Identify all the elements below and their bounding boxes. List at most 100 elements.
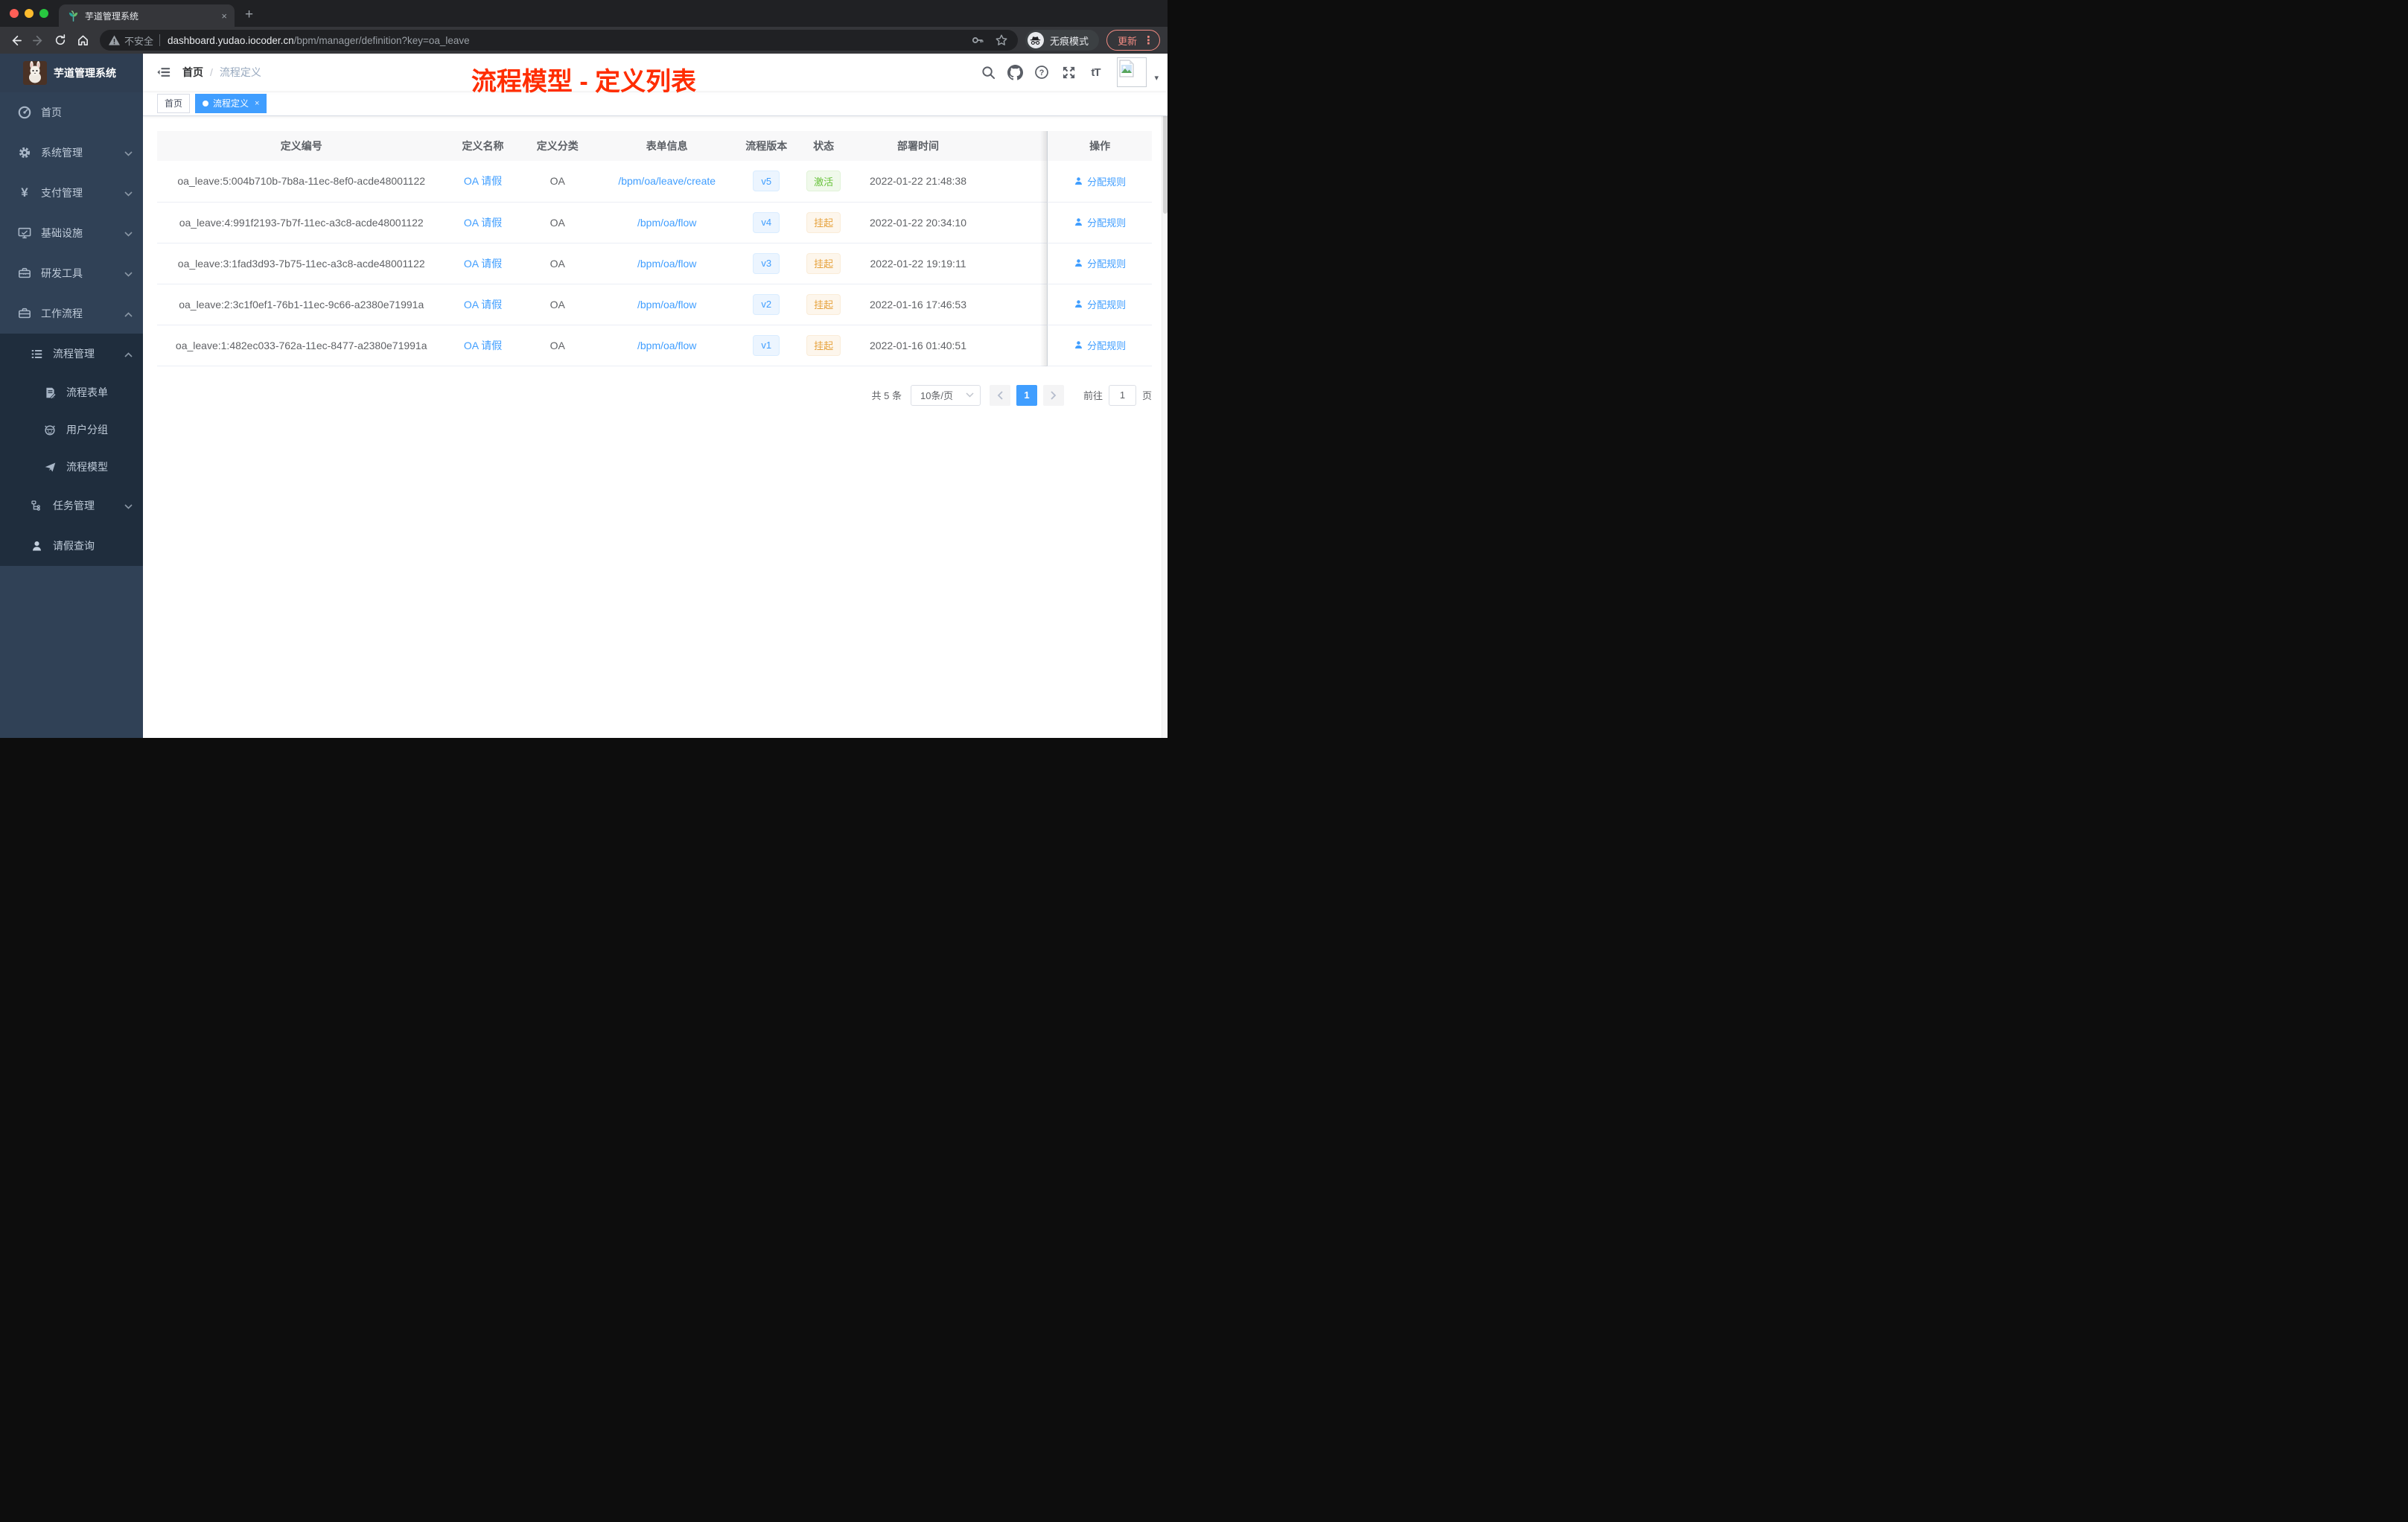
font-size-icon[interactable]: tT xyxy=(1086,63,1105,82)
github-icon[interactable] xyxy=(1005,63,1025,82)
browser-tab[interactable]: 芋道管理系统 × xyxy=(59,4,235,27)
form-link[interactable]: /bpm/oa/leave/create xyxy=(618,175,716,187)
sidebar-item-payment[interactable]: ¥ 支付管理 xyxy=(0,173,143,213)
fullscreen-icon[interactable] xyxy=(1059,63,1078,82)
col-actions: 操作 xyxy=(1047,131,1152,161)
status-tag: 挂起 xyxy=(806,211,841,233)
avatar-caret-icon[interactable]: ▾ xyxy=(1154,73,1159,83)
tags-view-bar: 首页 流程定义 × xyxy=(143,91,1168,116)
definition-name-link[interactable]: OA 请假 xyxy=(464,299,502,311)
briefcase-icon xyxy=(18,307,31,320)
home-icon[interactable] xyxy=(73,31,92,50)
assign-rule-button[interactable]: 分配规则 xyxy=(1074,297,1126,311)
tab-close-icon[interactable]: × xyxy=(221,10,227,22)
version-tag[interactable]: v1 xyxy=(753,334,780,356)
cell-category: OA xyxy=(520,325,595,366)
new-tab-button[interactable]: + xyxy=(245,7,253,27)
col-definition-name: 定义名称 xyxy=(445,131,520,161)
sidebar-item-user-group[interactable]: 用户分组 xyxy=(0,411,143,448)
col-status: 状态 xyxy=(794,131,854,161)
next-page-button[interactable] xyxy=(1042,384,1064,406)
form-edit-icon xyxy=(43,386,57,399)
col-definition-id: 定义编号 xyxy=(157,131,446,161)
forward-icon[interactable] xyxy=(28,31,48,50)
assign-rule-button[interactable]: 分配规则 xyxy=(1074,338,1126,352)
avatar[interactable] xyxy=(1117,57,1147,87)
reload-icon[interactable] xyxy=(51,31,70,50)
page-size-select[interactable]: 10条/页 xyxy=(910,384,981,406)
sidebar-item-workflow[interactable]: 工作流程 xyxy=(0,293,143,334)
svg-text:?: ? xyxy=(1039,69,1045,77)
select-caret-icon xyxy=(966,392,974,398)
definition-name-link[interactable]: OA 请假 xyxy=(464,258,502,270)
search-icon[interactable] xyxy=(978,63,998,82)
sidebar-item-system[interactable]: 系统管理 xyxy=(0,133,143,173)
page-number-1[interactable]: 1 xyxy=(1016,384,1037,406)
status-tag: 挂起 xyxy=(806,252,841,274)
form-link[interactable]: /bpm/oa/flow xyxy=(637,340,696,351)
traffic-lights xyxy=(0,0,59,27)
active-dot xyxy=(203,100,209,106)
breadcrumb: 首页 / 流程定义 xyxy=(182,65,261,80)
person-icon xyxy=(1075,259,1083,267)
tag-home[interactable]: 首页 xyxy=(157,93,191,113)
app-title: 芋道管理系统 xyxy=(54,67,116,79)
help-icon[interactable]: ? xyxy=(1032,63,1051,82)
sidebar-item-home[interactable]: 首页 xyxy=(0,92,143,133)
omnibox-divider xyxy=(159,34,161,46)
definition-name-link[interactable]: OA 请假 xyxy=(464,175,502,187)
version-tag[interactable]: v4 xyxy=(753,211,780,233)
update-browser-button[interactable]: 更新 ⋮ xyxy=(1106,30,1160,51)
cell-definition-id: oa_leave:2:3c1f0ef1-76b1-11ec-9c66-a2380… xyxy=(157,284,446,325)
form-link[interactable]: /bpm/oa/flow xyxy=(637,299,696,311)
version-tag[interactable]: v2 xyxy=(753,293,780,315)
goto-page-input[interactable] xyxy=(1108,384,1136,406)
tag-close-icon[interactable]: × xyxy=(255,99,259,108)
cell-category: OA xyxy=(520,243,595,284)
password-key-icon[interactable] xyxy=(969,31,987,49)
back-icon[interactable] xyxy=(6,31,25,50)
sidebar-item-process-model[interactable]: 流程模型 xyxy=(0,448,143,485)
form-link[interactable]: /bpm/oa/flow xyxy=(637,217,696,229)
hamburger-icon[interactable] xyxy=(156,64,172,80)
user-group-icon xyxy=(43,423,57,436)
minimize-window-button[interactable] xyxy=(25,9,34,18)
sidebar-item-label: 任务管理 xyxy=(53,500,95,512)
security-label[interactable]: 不安全 xyxy=(124,34,153,48)
tag-process-definition[interactable]: 流程定义 × xyxy=(195,93,267,113)
cell-deploy-time: 2022-01-22 21:48:38 xyxy=(853,161,983,203)
app-viewport: 芋道管理系统 首页 系统管理 ¥ 支付管理 基础设施 研发工具 工作流程 流程管… xyxy=(0,54,1168,738)
page-scrollbar[interactable] xyxy=(1162,54,1168,738)
sidebar-item-devtools[interactable]: 研发工具 xyxy=(0,253,143,293)
definition-name-link[interactable]: OA 请假 xyxy=(464,340,502,351)
version-tag[interactable]: v5 xyxy=(753,171,780,192)
bookmark-star-icon[interactable] xyxy=(993,31,1010,49)
assign-rule-button[interactable]: 分配规则 xyxy=(1074,215,1126,229)
prev-page-button[interactable] xyxy=(989,384,1010,406)
close-window-button[interactable] xyxy=(10,9,19,18)
person-icon xyxy=(30,539,43,553)
version-tag[interactable]: v3 xyxy=(753,252,780,274)
sidebar-logo[interactable]: 芋道管理系统 xyxy=(0,54,143,92)
total-count-label: 共 5 条 xyxy=(871,390,902,401)
assign-rule-button[interactable]: 分配规则 xyxy=(1074,256,1126,270)
sidebar-item-process-mgmt[interactable]: 流程管理 xyxy=(0,334,143,374)
zoom-window-button[interactable] xyxy=(39,9,48,18)
url-host: dashboard.yudao.iocoder.cn xyxy=(168,34,294,46)
table-header-row: 定义编号 定义名称 定义分类 表单信息 流程版本 状态 部署时间 操作 xyxy=(157,131,1152,161)
navbar-actions: ? tT ▾ xyxy=(978,57,1159,87)
table-row: oa_leave:1:482ec033-762a-11ec-8477-a2380… xyxy=(157,325,1152,366)
sidebar-item-task-mgmt[interactable]: 任务管理 xyxy=(0,485,143,526)
form-link[interactable]: /bpm/oa/flow xyxy=(637,258,696,270)
assign-rule-button[interactable]: 分配规则 xyxy=(1074,174,1126,188)
toolbox-icon xyxy=(18,267,31,280)
breadcrumb-home[interactable]: 首页 xyxy=(182,65,203,80)
sidebar-item-infra[interactable]: 基础设施 xyxy=(0,213,143,253)
sidebar-item-process-form[interactable]: 流程表单 xyxy=(0,374,143,411)
menu-dots-icon[interactable]: ⋮ xyxy=(1143,34,1154,47)
definition-name-link[interactable]: OA 请假 xyxy=(464,217,502,229)
sidebar-item-label: 基础设施 xyxy=(41,227,83,239)
address-bar[interactable]: 不安全 dashboard.yudao.iocoder.cn /bpm/mana… xyxy=(100,30,1018,51)
sidebar-item-leave-query[interactable]: 请假查询 xyxy=(0,526,143,566)
browser-window: 芋道管理系统 × + 不安全 dashboard.yudao.iocoder.c… xyxy=(0,0,1168,738)
